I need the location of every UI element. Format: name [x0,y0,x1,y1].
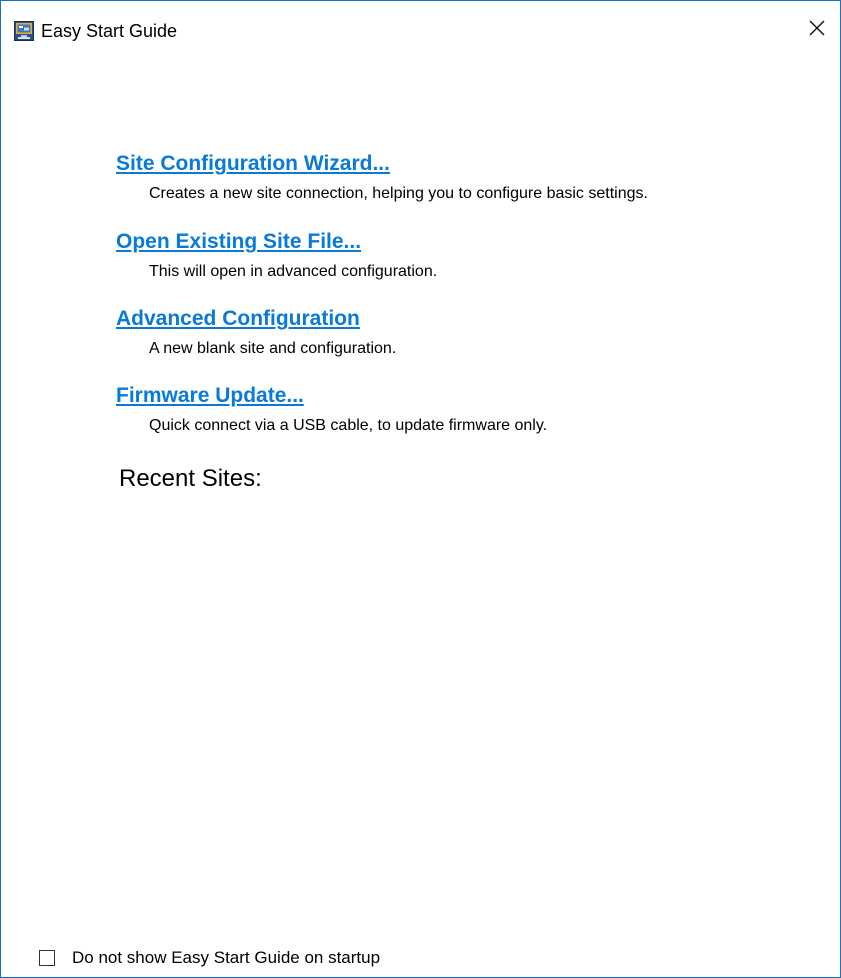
firmware-update-description: Quick connect via a USB cable, to update… [149,417,548,434]
option-firmware-update: Firmware Update... Quick connect via a U… [116,383,547,436]
open-existing-site-file-description: This will open in advanced configuration… [149,263,438,280]
firmware-update-link[interactable]: Firmware Update... [116,383,547,409]
recent-sites-heading: Recent Sites: [119,465,262,492]
window-title: Easy Start Guide [41,21,178,41]
monitor-app-icon [14,21,34,41]
startup-option: Do not show Easy Start Guide on startup [39,946,380,970]
do-not-show-checkbox[interactable] [39,950,55,966]
advanced-configuration-description: A new blank site and configuration. [149,340,397,357]
do-not-show-label[interactable]: Do not show Easy Start Guide on startup [72,948,380,968]
site-configuration-wizard-description: Creates a new site connection, helping y… [149,185,648,202]
option-advanced-configuration: Advanced Configuration A new blank site … [116,306,396,359]
title-bar: Easy Start Guide [1,1,840,61]
close-icon [808,19,826,42]
open-existing-site-file-link[interactable]: Open Existing Site File... [116,229,437,255]
site-configuration-wizard-link[interactable]: Site Configuration Wizard... [116,151,648,177]
content-area: Site Configuration Wizard... Creates a n… [1,61,840,941]
easy-start-guide-window: Easy Start Guide Site Configuration Wiza… [0,0,841,978]
option-open-existing-site-file: Open Existing Site File... This will ope… [116,229,437,282]
option-site-configuration-wizard: Site Configuration Wizard... Creates a n… [116,151,648,204]
close-button[interactable] [794,9,840,51]
advanced-configuration-link[interactable]: Advanced Configuration [116,306,396,332]
